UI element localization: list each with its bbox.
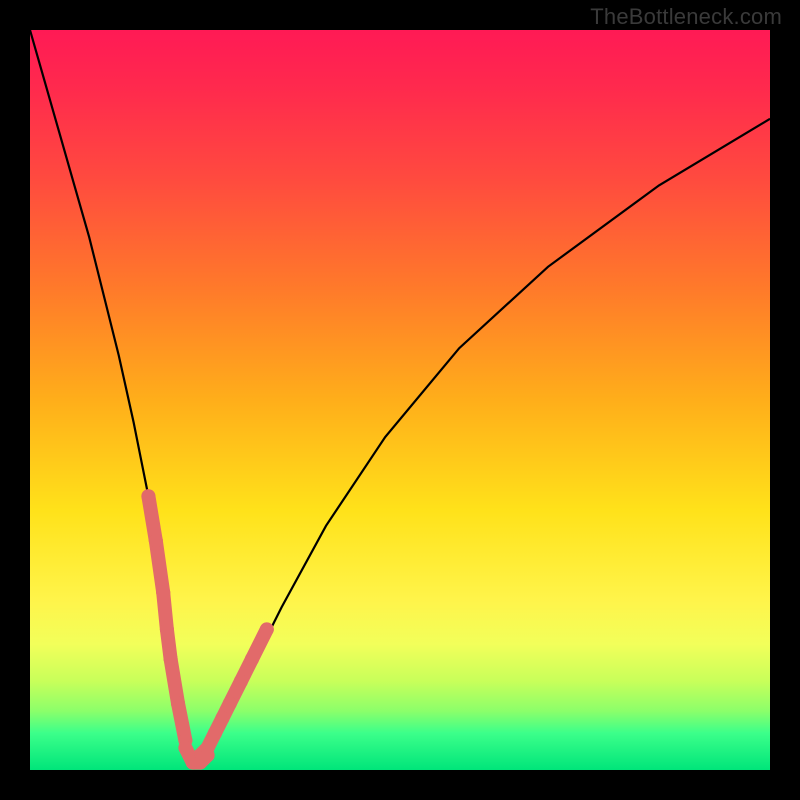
curve-marker-dot <box>149 534 163 548</box>
bottleneck-chart <box>30 30 770 770</box>
curve-marker-dot <box>215 711 229 725</box>
curve-marker-dot <box>171 696 185 710</box>
bottleneck-curve-path <box>30 30 770 763</box>
curve-marker-dot <box>156 585 170 599</box>
curve-marker-dot <box>245 652 259 666</box>
curve-marker-dot <box>164 652 178 666</box>
curve-marker-dot <box>160 622 174 636</box>
curve-marker-dot <box>141 489 155 503</box>
curve-marker-dot <box>234 674 248 688</box>
curve-marker-dot <box>201 748 215 762</box>
curve-marker-dot <box>208 726 222 740</box>
curve-marker-dot <box>178 741 192 755</box>
curve-marker-dot <box>260 622 274 636</box>
chart-frame: TheBottleneck.com <box>0 0 800 800</box>
curve-marker-dot <box>223 696 237 710</box>
watermark-text: TheBottleneck.com <box>590 4 782 30</box>
curve-marker-segment <box>156 541 163 593</box>
marker-group <box>141 489 273 769</box>
